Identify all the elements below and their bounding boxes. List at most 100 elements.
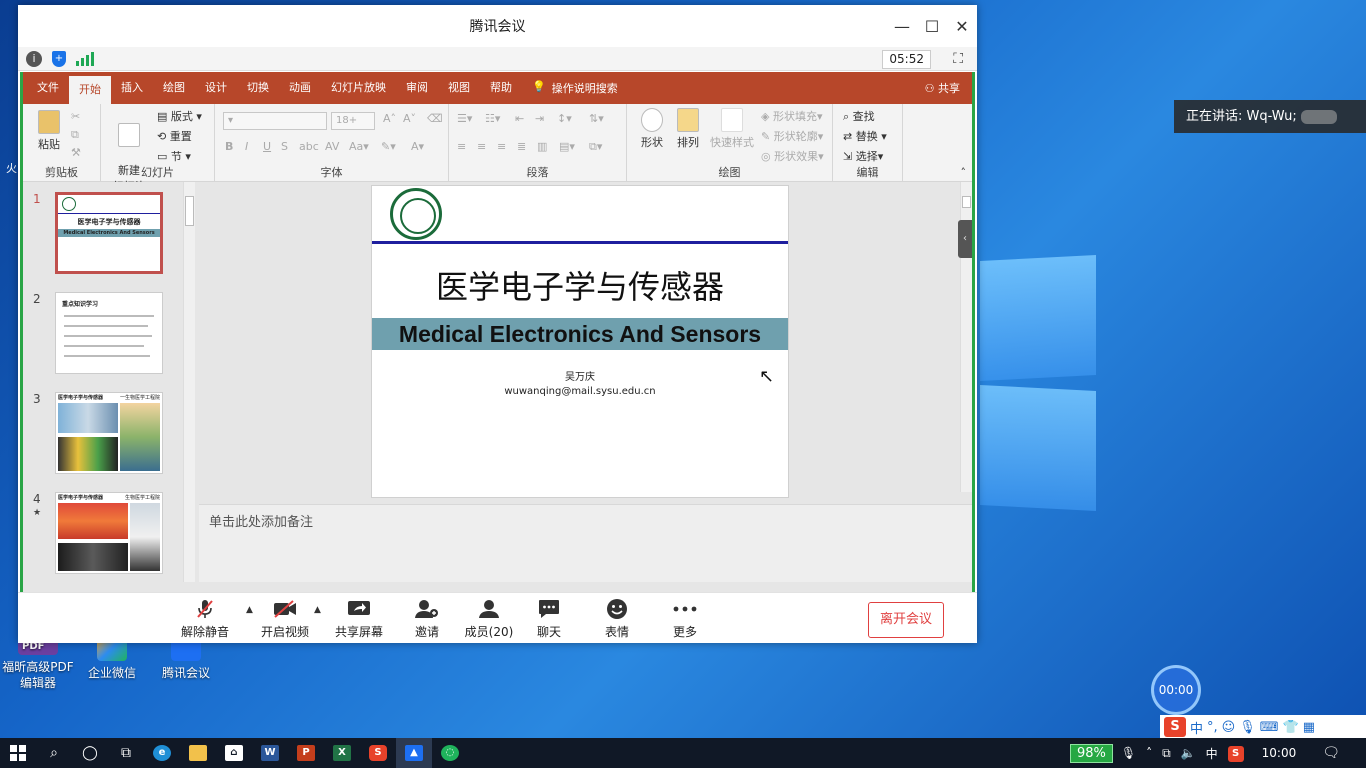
tab-help[interactable]: 帮助 bbox=[480, 72, 522, 104]
more-button[interactable]: 更多 bbox=[650, 599, 720, 640]
copy-icon[interactable]: ⧉ bbox=[71, 128, 79, 142]
current-slide[interactable]: 医学电子学与传感器 Medical Electronics And Sensor… bbox=[371, 185, 789, 498]
shapes-button[interactable]: 形状 bbox=[635, 108, 669, 150]
show-hidden-icons-icon[interactable]: ˄ bbox=[1146, 746, 1152, 760]
thumbnail-scrollbar[interactable] bbox=[183, 182, 195, 582]
share-button[interactable]: ⚇ 共享 bbox=[925, 80, 960, 96]
bullets-icon[interactable]: ☰▾ bbox=[457, 112, 472, 125]
strikethrough-icon[interactable]: abc bbox=[299, 140, 319, 153]
shape-fill-button[interactable]: ◈ 形状填充▾ bbox=[761, 108, 823, 124]
close-button[interactable]: ✕ bbox=[947, 5, 977, 47]
start-video-button[interactable]: 开启视频 bbox=[250, 599, 320, 640]
security-shield-icon[interactable]: + bbox=[52, 50, 66, 67]
tell-me-search[interactable]: 💡 操作说明搜索 bbox=[532, 80, 618, 96]
numbering-icon[interactable]: ☷▾ bbox=[485, 112, 500, 125]
char-spacing-icon[interactable]: AV bbox=[325, 140, 339, 153]
collapse-ribbon-icon[interactable]: ˄ bbox=[961, 166, 967, 179]
highlight-icon[interactable]: ✎▾ bbox=[381, 140, 396, 153]
columns-icon[interactable]: ▥ bbox=[537, 140, 547, 153]
search-icon[interactable]: ⌕ bbox=[36, 738, 72, 768]
mic-tray-icon[interactable]: 🎙 bbox=[1121, 746, 1136, 760]
share-screen-button[interactable]: 共享屏幕 bbox=[324, 599, 394, 640]
keyboard-icon[interactable]: ⌨ bbox=[1260, 720, 1279, 735]
underline-icon[interactable]: U bbox=[263, 140, 271, 153]
justify-icon[interactable]: ≣ bbox=[517, 140, 526, 153]
tab-insert[interactable]: 插入 bbox=[111, 72, 153, 104]
shape-effects-button[interactable]: ◎ 形状效果▾ bbox=[761, 148, 824, 164]
emoji-icon[interactable]: ☺ bbox=[1222, 720, 1236, 735]
volume-icon[interactable]: 🔈 bbox=[1181, 746, 1196, 760]
increase-indent-icon[interactable]: ⇥ bbox=[535, 112, 544, 125]
battery-indicator[interactable]: 98% bbox=[1069, 743, 1113, 763]
floating-timer[interactable]: 00:00 bbox=[1151, 665, 1201, 715]
smartart-icon[interactable]: ⧉▾ bbox=[589, 140, 602, 154]
tab-file[interactable]: 文件 bbox=[27, 72, 69, 104]
wechat-icon[interactable]: ◌ bbox=[432, 738, 468, 768]
notifications-icon[interactable]: 🗨 bbox=[1322, 745, 1340, 761]
quick-styles-button[interactable]: 快速样式 bbox=[709, 108, 755, 150]
fullscreen-icon[interactable]: ⛶ bbox=[953, 51, 963, 67]
tab-view[interactable]: 视图 bbox=[438, 72, 480, 104]
input-language[interactable]: 中 bbox=[1206, 745, 1218, 762]
reactions-button[interactable]: 表情 bbox=[582, 599, 652, 640]
store-icon[interactable]: ⌂ bbox=[216, 738, 252, 768]
replace-button[interactable]: ⇄ 替换 ▾ bbox=[843, 128, 887, 144]
change-case-icon[interactable]: Aa▾ bbox=[349, 140, 369, 153]
tab-design[interactable]: 设计 bbox=[195, 72, 237, 104]
tab-animations[interactable]: 动画 bbox=[279, 72, 321, 104]
video-options-caret-icon[interactable]: ▲ bbox=[314, 605, 321, 615]
scroll-thumb[interactable] bbox=[962, 196, 971, 208]
text-direction-icon[interactable]: ⇅▾ bbox=[589, 112, 604, 125]
network-signal-icon[interactable] bbox=[76, 51, 94, 66]
ime-toolbar[interactable]: S 中 °, ☺ 🎙 ⌨ 👕 ▦ bbox=[1160, 715, 1366, 739]
line-spacing-icon[interactable]: ↕▾ bbox=[557, 112, 572, 125]
sogou-icon[interactable]: S bbox=[1164, 717, 1186, 737]
tab-transitions[interactable]: 切换 bbox=[237, 72, 279, 104]
font-size-select[interactable]: 18+ bbox=[331, 112, 375, 130]
edge-icon[interactable]: e bbox=[144, 738, 180, 768]
skin-icon[interactable]: 👕 bbox=[1283, 720, 1299, 735]
align-left-icon[interactable]: ≡ bbox=[457, 140, 466, 153]
align-center-icon[interactable]: ≡ bbox=[477, 140, 486, 153]
cut-icon[interactable]: ✂ bbox=[71, 110, 80, 123]
shadow-icon[interactable]: S bbox=[281, 140, 288, 153]
layout-button[interactable]: ▤ 版式 ▾ bbox=[157, 108, 202, 124]
word-icon[interactable]: W bbox=[252, 738, 288, 768]
thumbnail-slide-2[interactable]: 重点知识学习 bbox=[55, 292, 163, 374]
select-button[interactable]: ⇲ 选择▾ bbox=[843, 148, 883, 164]
notes-pane[interactable]: 单击此处添加备注 bbox=[199, 504, 972, 582]
clock[interactable]: 10:00 bbox=[1262, 746, 1297, 760]
section-button[interactable]: ▭ 节 ▾ bbox=[157, 148, 191, 164]
decrease-indent-icon[interactable]: ⇤ bbox=[515, 112, 524, 125]
side-panel-toggle[interactable]: ‹ bbox=[958, 220, 972, 258]
powerpoint-icon[interactable]: P bbox=[288, 738, 324, 768]
decrease-font-icon[interactable]: A˅ bbox=[403, 112, 416, 125]
chat-button[interactable]: 聊天 bbox=[514, 599, 584, 640]
arrange-button[interactable]: 排列 bbox=[671, 108, 705, 150]
find-button[interactable]: ⌕ 查找 bbox=[843, 108, 875, 124]
tab-draw[interactable]: 绘图 bbox=[153, 72, 195, 104]
mic-icon[interactable]: 🎙 bbox=[1239, 720, 1256, 735]
thumbnail-slide-3[interactable]: 医学电子学与传感器 一生物医学工程院 bbox=[55, 392, 163, 474]
tencent-meeting-taskbar-icon[interactable]: ▲ bbox=[396, 738, 432, 768]
reset-button[interactable]: ⟲ 重置 bbox=[157, 128, 192, 144]
start-button[interactable] bbox=[0, 738, 36, 768]
thumbnail-slide-1[interactable]: 医学电子学与传感器 Medical Electronics And Sensor… bbox=[55, 192, 163, 274]
leave-meeting-button[interactable]: 离开会议 bbox=[868, 602, 944, 638]
shape-outline-button[interactable]: ✎ 形状轮廓▾ bbox=[761, 128, 823, 144]
italic-icon[interactable]: I bbox=[245, 140, 248, 153]
tab-review[interactable]: 审阅 bbox=[396, 72, 438, 104]
tab-slideshow[interactable]: 幻灯片放映 bbox=[321, 72, 396, 104]
minimize-button[interactable]: — bbox=[887, 5, 917, 47]
cortana-icon[interactable]: ◯ bbox=[72, 738, 108, 768]
grid-icon[interactable]: ▦ bbox=[1303, 720, 1315, 735]
excel-icon[interactable]: X bbox=[324, 738, 360, 768]
unmute-button[interactable]: 解除静音 bbox=[170, 599, 240, 640]
sogou-taskbar-icon[interactable]: S bbox=[360, 738, 396, 768]
clear-format-icon[interactable]: ⌫ bbox=[427, 112, 443, 125]
punctuation-icon[interactable]: °, bbox=[1207, 720, 1218, 735]
bold-icon[interactable]: B bbox=[225, 140, 233, 153]
font-family-select[interactable]: ▾ bbox=[223, 112, 327, 130]
format-painter-icon[interactable]: ⚒ bbox=[71, 146, 81, 159]
ime-mode[interactable]: 中 bbox=[1190, 718, 1203, 737]
